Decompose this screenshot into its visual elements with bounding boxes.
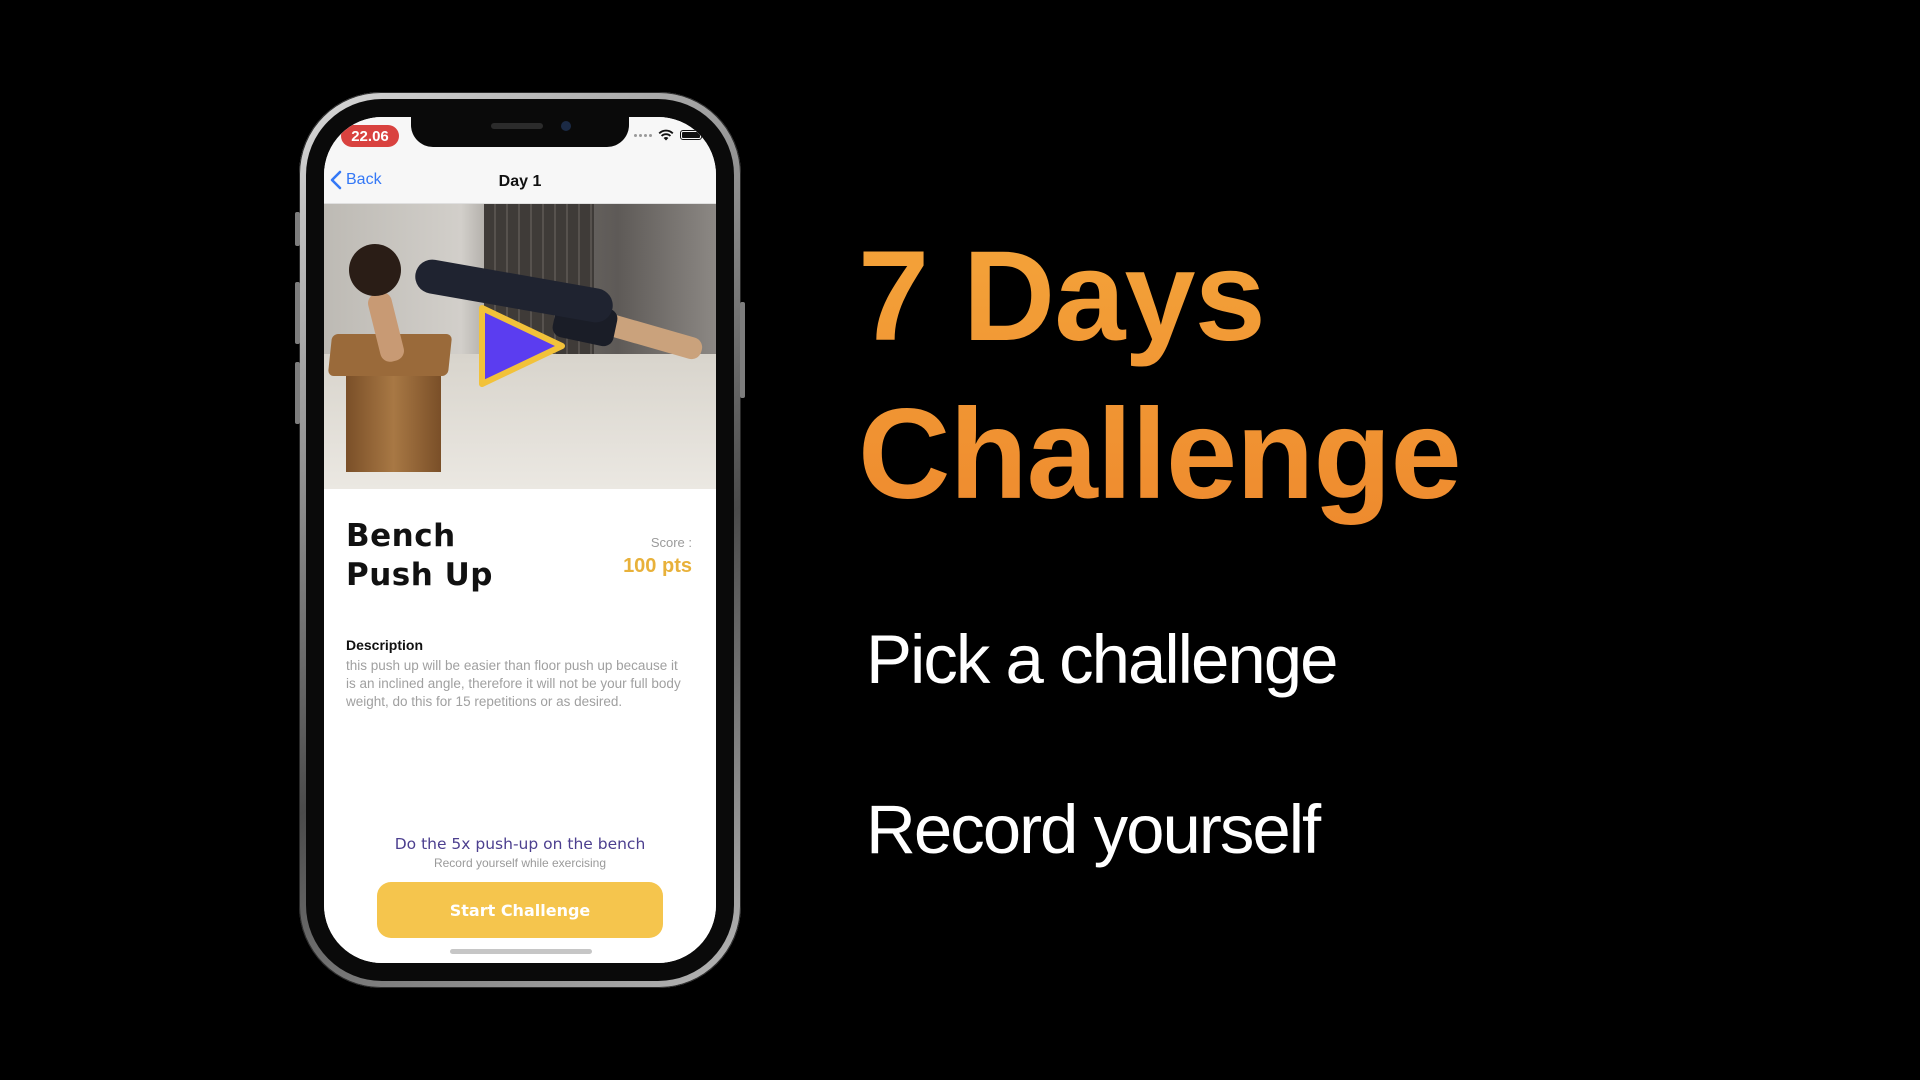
score-value: 100 pts: [623, 555, 692, 577]
start-challenge-button[interactable]: Start Challenge: [377, 882, 663, 938]
battery-icon: [680, 130, 702, 140]
volume-down-button: [295, 362, 300, 424]
home-indicator[interactable]: [450, 949, 592, 954]
cellular-signal-icon: [634, 133, 652, 137]
headline-line1: 7 Days: [858, 225, 1265, 368]
silent-switch: [295, 212, 300, 246]
volume-up-button: [295, 282, 300, 344]
phone-mockup: 22.06 Back Day 1 Bench Push Up Score: 1…: [295, 92, 745, 988]
feature-pick-challenge: Pick a challenge: [866, 621, 1338, 698]
notch: [411, 117, 629, 147]
exercise-video[interactable]: [324, 204, 716, 489]
speaker-grille: [491, 123, 543, 129]
exercise-title: Bench Push Up: [346, 517, 493, 595]
challenge-subtitle: Record yourself while exercising: [433, 856, 607, 870]
video-bench-leg: [346, 372, 441, 472]
navigation-bar: Back Day 1: [324, 161, 716, 204]
promo-headline: 7 Days Challenge: [858, 218, 1461, 534]
challenge-instruction: Do the 5x push-up on the bench: [394, 835, 646, 853]
phone-screen: 22.06 Back Day 1 Bench Push Up Score: 1…: [324, 117, 716, 963]
description-heading: Description: [346, 637, 424, 653]
exercise-details: Bench Push Up Score : 100 pts Descriptio…: [324, 489, 716, 963]
video-person-head: [349, 244, 401, 296]
nav-title: Day 1: [498, 173, 542, 190]
headline-line2: Challenge: [858, 383, 1461, 526]
exercise-title-line1: Bench: [346, 518, 456, 554]
promo-slide: 22.06 Back Day 1 Bench Push Up Score: 1…: [0, 0, 1920, 1080]
play-icon[interactable]: [474, 302, 570, 390]
exercise-title-line2: Push Up: [346, 557, 493, 593]
score-label: Score :: [650, 535, 692, 550]
description-text: this push up will be easier than floor p…: [346, 658, 681, 709]
power-button: [740, 302, 745, 398]
feature-record-yourself: Record yourself: [866, 791, 1321, 868]
wifi-icon: [658, 129, 674, 141]
status-time: 22.06: [341, 125, 399, 147]
front-camera: [561, 121, 571, 131]
status-icons: [634, 129, 702, 141]
